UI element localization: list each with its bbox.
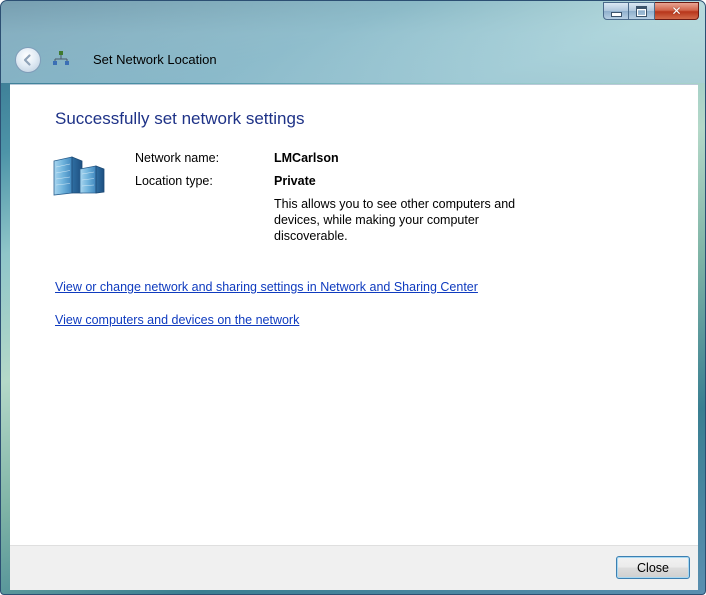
maximize-button[interactable]: [629, 2, 655, 20]
page-heading: Successfully set network settings: [55, 109, 305, 128]
location-type-value: Private: [274, 174, 316, 188]
title-bar: [1, 1, 705, 83]
view-computers-link[interactable]: View computers and devices on the networ…: [55, 313, 299, 327]
window-close-button[interactable]: ✕: [655, 2, 699, 20]
back-button[interactable]: [15, 47, 41, 73]
network-name-label: Network name:: [135, 151, 220, 165]
window-title: Set Network Location: [93, 52, 217, 67]
network-building-icon: [53, 156, 105, 196]
content-area: Successfully set network settings Networ…: [10, 84, 698, 545]
location-type-label: Location type:: [135, 174, 213, 188]
network-sharing-center-link[interactable]: View or change network and sharing setti…: [55, 280, 478, 294]
maximize-icon: [636, 5, 647, 17]
close-button[interactable]: Close: [616, 556, 690, 579]
minimize-button[interactable]: [603, 2, 629, 20]
dialog-window: ✕ Set Network Location Successfully set …: [0, 0, 706, 595]
close-icon: ✕: [671, 4, 682, 18]
minimize-icon: [610, 12, 622, 17]
footer-bar: Close: [10, 545, 698, 590]
back-arrow-icon: [23, 54, 31, 66]
location-description: This allows you to see other computers a…: [274, 197, 516, 243]
network-icon: [53, 51, 69, 65]
caption-buttons: ✕: [603, 2, 699, 20]
network-name-value: LMCarlson: [274, 151, 339, 165]
